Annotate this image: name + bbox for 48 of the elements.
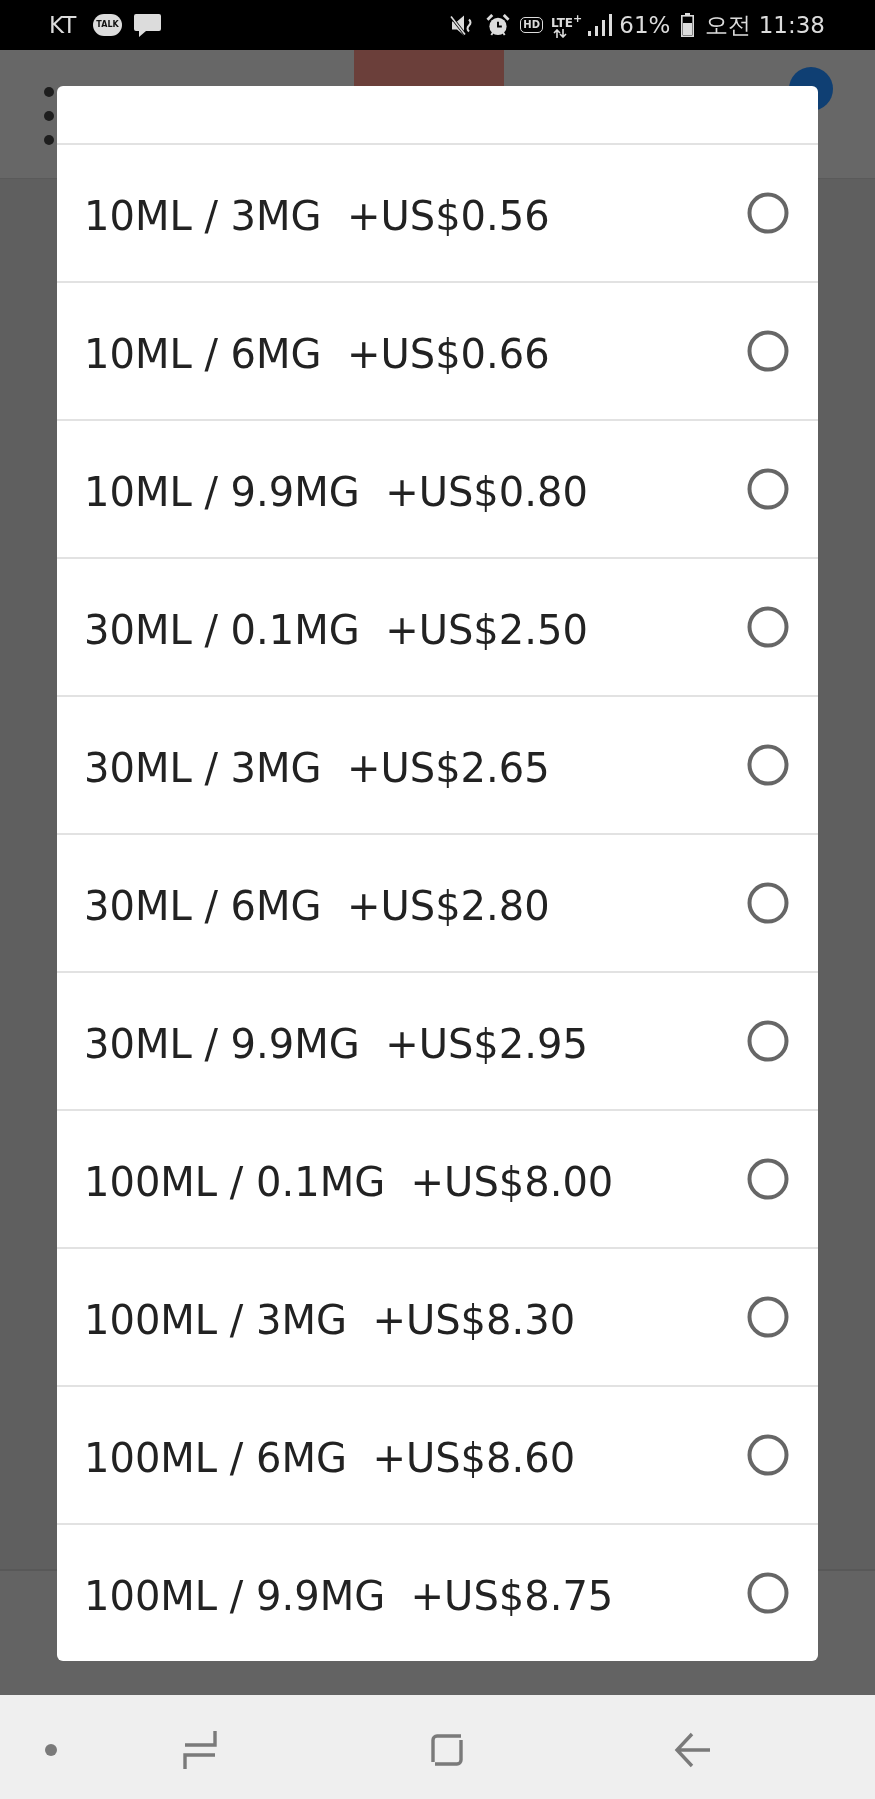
option-label: 10ML / 9.9MG +US$0.80 (84, 469, 588, 515)
alarm-icon (485, 13, 512, 37)
carrier-name: KT (49, 13, 77, 37)
option-label: 10ML / 3MG +US$0.56 (84, 193, 550, 239)
option-row[interactable]: 10ML / 3MG +US$0.56 (57, 145, 818, 283)
option-row[interactable]: 10ML / 6MG +US$0.66 (57, 283, 818, 421)
back-icon[interactable] (674, 1732, 710, 1768)
option-row[interactable]: 100ML / 0.1MG +US$8.00 (57, 1111, 818, 1249)
signal-icon (588, 14, 613, 36)
data-arrows-icon (553, 28, 567, 38)
option-row[interactable]: 10ML / 9.9MG +US$0.80 (57, 421, 818, 559)
talk-badge: TALK (93, 14, 122, 36)
battery-percent: 61% (619, 13, 671, 37)
option-label: 30ML / 6MG +US$2.80 (84, 883, 550, 929)
option-label: 30ML / 9.9MG +US$2.95 (84, 1021, 588, 1067)
radio-button[interactable] (747, 1434, 789, 1476)
option-row[interactable]: 30ML / 3MG +US$2.65 (57, 697, 818, 835)
radio-button[interactable] (747, 744, 789, 786)
radio-button[interactable] (747, 606, 789, 648)
radio-button[interactable] (747, 1020, 789, 1062)
option-label: 100ML / 9.9MG +US$8.75 (84, 1573, 614, 1619)
option-row[interactable]: 100ML / 6MG +US$8.60 (57, 1387, 818, 1525)
radio-button[interactable] (747, 468, 789, 510)
option-row[interactable]: 100ML / 9.9MG +US$8.75 (57, 1525, 818, 1661)
radio-button[interactable] (747, 1572, 789, 1614)
radio-button[interactable] (747, 1158, 789, 1200)
option-row[interactable]: 30ML / 9.9MG +US$2.95 (57, 973, 818, 1111)
dot-icon (45, 1744, 57, 1756)
option-label: 100ML / 6MG +US$8.60 (84, 1435, 576, 1481)
radio-button[interactable] (747, 882, 789, 924)
option-label: 30ML / 0.1MG +US$2.50 (84, 607, 588, 653)
home-icon[interactable] (429, 1732, 465, 1768)
option-label: 100ML / 0.1MG +US$8.00 (84, 1159, 614, 1205)
message-icon (133, 12, 161, 38)
battery-icon (681, 13, 695, 37)
option-row[interactable]: 30ML / 0.1MG +US$2.50 (57, 559, 818, 697)
radio-button[interactable] (747, 192, 789, 234)
clock: 오전 11:38 (705, 13, 825, 37)
hd-badge: HD (520, 17, 543, 33)
option-row[interactable]: 30ML / 6MG +US$2.80 (57, 835, 818, 973)
option-label: 10ML / 6MG +US$0.66 (84, 331, 550, 377)
recent-apps-icon[interactable] (183, 1731, 217, 1769)
option-label: 30ML / 3MG +US$2.65 (84, 745, 550, 791)
radio-button[interactable] (747, 1296, 789, 1338)
option-row[interactable]: 100ML / 3MG +US$8.30 (57, 1249, 818, 1387)
vertical-dots-icon (44, 87, 54, 145)
option-label: 100ML / 3MG +US$8.30 (84, 1297, 576, 1343)
radio-button[interactable] (747, 330, 789, 372)
